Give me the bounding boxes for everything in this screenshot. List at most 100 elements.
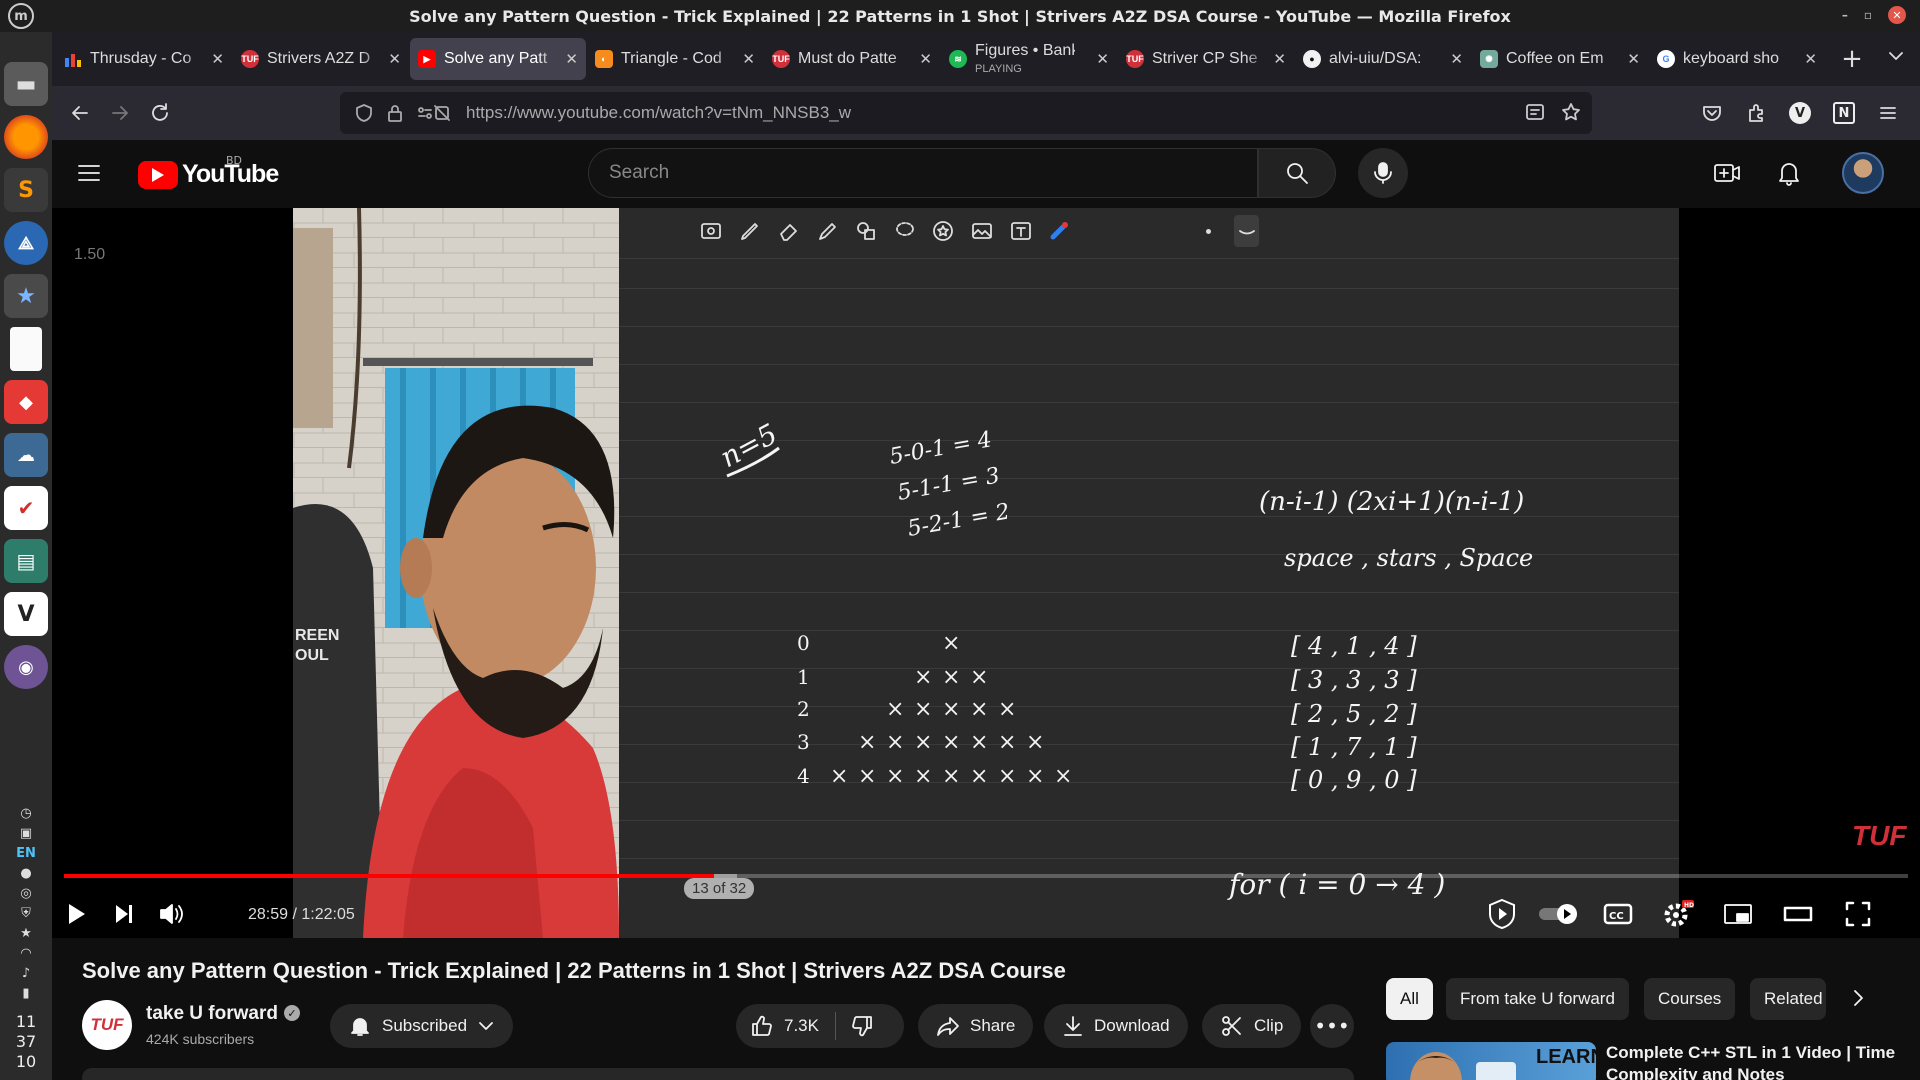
tab-keyboard-shortcuts[interactable]: G keyboard sho ✕ <box>1649 38 1825 80</box>
user-avatar[interactable] <box>1842 152 1884 194</box>
share-button[interactable]: Share <box>918 1004 1034 1048</box>
bookmark-star-icon[interactable] <box>1560 101 1582 123</box>
pastebin-tray-icon[interactable]: ▣ <box>20 826 32 841</box>
tag-app-icon[interactable]: ◆ <box>4 380 48 424</box>
mute-button[interactable] <box>152 896 192 932</box>
channel-name[interactable]: take U forward <box>146 1003 278 1025</box>
clock-tray-icon[interactable]: ◷ <box>20 806 31 821</box>
youtube-logo[interactable]: YouTube <box>138 160 279 189</box>
chip-courses[interactable]: Courses <box>1644 978 1736 1020</box>
vimium-extension-icon[interactable]: V <box>1780 93 1820 133</box>
firefox-icon[interactable] <box>4 115 48 159</box>
autoplay-toggle[interactable] <box>1534 896 1584 932</box>
recommended-video-title[interactable]: Complete C++ STL in 1 Video | Time Compl… <box>1606 1042 1896 1080</box>
new-tab-button[interactable]: + <box>1832 39 1872 79</box>
tab-solve-any-pattern[interactable]: ▶ Solve any Patt ✕ <box>410 38 586 80</box>
sublime-text-icon[interactable]: S <box>4 168 48 212</box>
download-button[interactable]: Download <box>1044 1004 1188 1048</box>
close-tab-icon[interactable]: ✕ <box>742 50 755 68</box>
starred-app-icon[interactable]: ★ <box>4 274 48 318</box>
chip-all[interactable]: All <box>1386 978 1433 1020</box>
guide-menu-icon[interactable] <box>76 160 102 186</box>
network-tray-icon[interactable]: ◎ <box>20 886 31 901</box>
list-all-tabs-icon[interactable] <box>1886 46 1906 66</box>
close-tab-icon[interactable]: ✕ <box>1804 50 1817 68</box>
clock[interactable]: 11 37 10 <box>16 1012 36 1072</box>
maximize-icon[interactable]: ▫ <box>1864 8 1872 22</box>
cloud-app-icon[interactable]: ☁ <box>4 433 48 477</box>
chip-related[interactable]: Related <box>1750 978 1826 1020</box>
fullscreen-button[interactable] <box>1838 896 1878 932</box>
github-desktop-icon[interactable]: ◉ <box>4 645 48 689</box>
theater-mode-button[interactable] <box>1778 896 1818 932</box>
close-tab-icon[interactable]: ✕ <box>1096 50 1109 68</box>
linux-mint-logo-icon[interactable]: m <box>8 3 34 29</box>
search-input[interactable]: Search <box>588 148 1258 198</box>
tab-figures-spotify[interactable]: ≋ Figures • Bank PLAYING ✕ <box>941 38 1117 80</box>
pocket-icon[interactable] <box>1692 93 1732 133</box>
book-reader-icon[interactable]: ▤ <box>4 539 48 583</box>
settings-button[interactable]: HD <box>1658 896 1698 932</box>
ad-blocker-shield-button[interactable] <box>1482 896 1522 932</box>
reader-view-icon[interactable] <box>1524 101 1546 123</box>
chips-next-icon[interactable] <box>1846 986 1870 1010</box>
dislike-button[interactable] <box>836 1014 874 1038</box>
clip-button[interactable]: Clip <box>1202 1004 1302 1048</box>
notifications-bell-icon[interactable] <box>1774 158 1804 188</box>
voice-search-button[interactable] <box>1358 148 1408 198</box>
url-text[interactable]: https://www.youtube.com/watch?v=tNm_NNSB… <box>466 103 851 123</box>
wifi-tray-icon[interactable]: ◠ <box>20 946 31 961</box>
miniplayer-button[interactable] <box>1718 896 1758 932</box>
star-tray-icon[interactable]: ★ <box>20 926 32 941</box>
like-button[interactable]: 7.3K <box>736 1012 836 1040</box>
permissions-icon[interactable] <box>416 103 450 123</box>
lock-icon[interactable] <box>386 103 404 123</box>
close-tab-icon[interactable]: ✕ <box>1273 50 1286 68</box>
close-tab-icon[interactable]: ✕ <box>565 50 578 68</box>
close-tab-icon[interactable]: ✕ <box>1627 50 1640 68</box>
play-button[interactable] <box>56 896 96 932</box>
tab-thrusday[interactable]: Thrusday - Co ✕ <box>56 38 232 80</box>
description-box[interactable] <box>82 1068 1354 1080</box>
notion-extension-icon[interactable]: N <box>1824 93 1864 133</box>
close-tab-icon[interactable]: ✕ <box>211 50 224 68</box>
subscribed-button[interactable]: Subscribed <box>330 1004 514 1048</box>
vscode-icon[interactable]: ⟁ <box>4 221 48 265</box>
next-video-button[interactable] <box>104 896 144 932</box>
file-manager-icon[interactable]: ▬ <box>4 62 48 106</box>
vim-icon[interactable]: V <box>4 592 48 636</box>
close-window-icon[interactable]: ✕ <box>1888 6 1906 24</box>
extensions-puzzle-icon[interactable] <box>1736 93 1776 133</box>
close-tab-icon[interactable]: ✕ <box>919 50 932 68</box>
tracking-protection-shield-icon[interactable] <box>354 103 374 123</box>
minimize-icon[interactable]: – <box>1842 8 1848 22</box>
tab-triangle[interactable]: ◐ Triangle - Cod ✕ <box>587 38 763 80</box>
tab-striver-cp-sheet[interactable]: TUF Striver CP She ✕ <box>1118 38 1294 80</box>
forward-button[interactable] <box>100 93 140 133</box>
keyboard-language-indicator[interactable]: EN <box>16 846 36 861</box>
tab-strivers-a2z[interactable]: TUF Strivers A2Z D ✕ <box>233 38 409 80</box>
tab-chatgpt[interactable]: ✺ Coffee on Em ✕ <box>1472 38 1648 80</box>
progress-bar[interactable] <box>64 874 1908 878</box>
tab-github-dsa[interactable]: ● alvi-uiu/DSA: ✕ <box>1295 38 1471 80</box>
video-player[interactable]: 1.50 REEN OUL n=5 5-0-1 = 4 5-1-1 = 3 5-… <box>52 208 1920 938</box>
channel-avatar[interactable]: TUF <box>82 1000 132 1050</box>
palette-tray-icon[interactable]: ● <box>20 866 31 881</box>
create-video-icon[interactable] <box>1712 158 1742 188</box>
shield-tray-icon[interactable]: ⛨ <box>21 906 31 921</box>
close-tab-icon[interactable]: ✕ <box>388 50 401 68</box>
chip-from-channel[interactable]: From take U forward <box>1446 978 1629 1020</box>
subtitles-button[interactable]: CC <box>1598 896 1638 932</box>
more-actions-button[interactable]: ••• <box>1310 1004 1354 1048</box>
tab-must-do-patterns[interactable]: TUF Must do Patte ✕ <box>764 38 940 80</box>
close-tab-icon[interactable]: ✕ <box>1450 50 1463 68</box>
music-tray-icon[interactable]: ♪ <box>22 966 30 981</box>
back-button[interactable] <box>60 93 100 133</box>
battery-tray-icon[interactable]: ▮ <box>22 986 29 1001</box>
hamburger-menu-icon[interactable] <box>1868 93 1908 133</box>
text-editor-icon[interactable] <box>10 327 42 371</box>
recommended-video-thumbnail[interactable]: LEARN <box>1386 1042 1596 1080</box>
url-bar[interactable]: https://www.youtube.com/watch?v=tNm_NNSB… <box>340 92 1592 134</box>
reload-button[interactable] <box>140 93 180 133</box>
checklist-app-icon[interactable]: ✔ <box>4 486 48 530</box>
